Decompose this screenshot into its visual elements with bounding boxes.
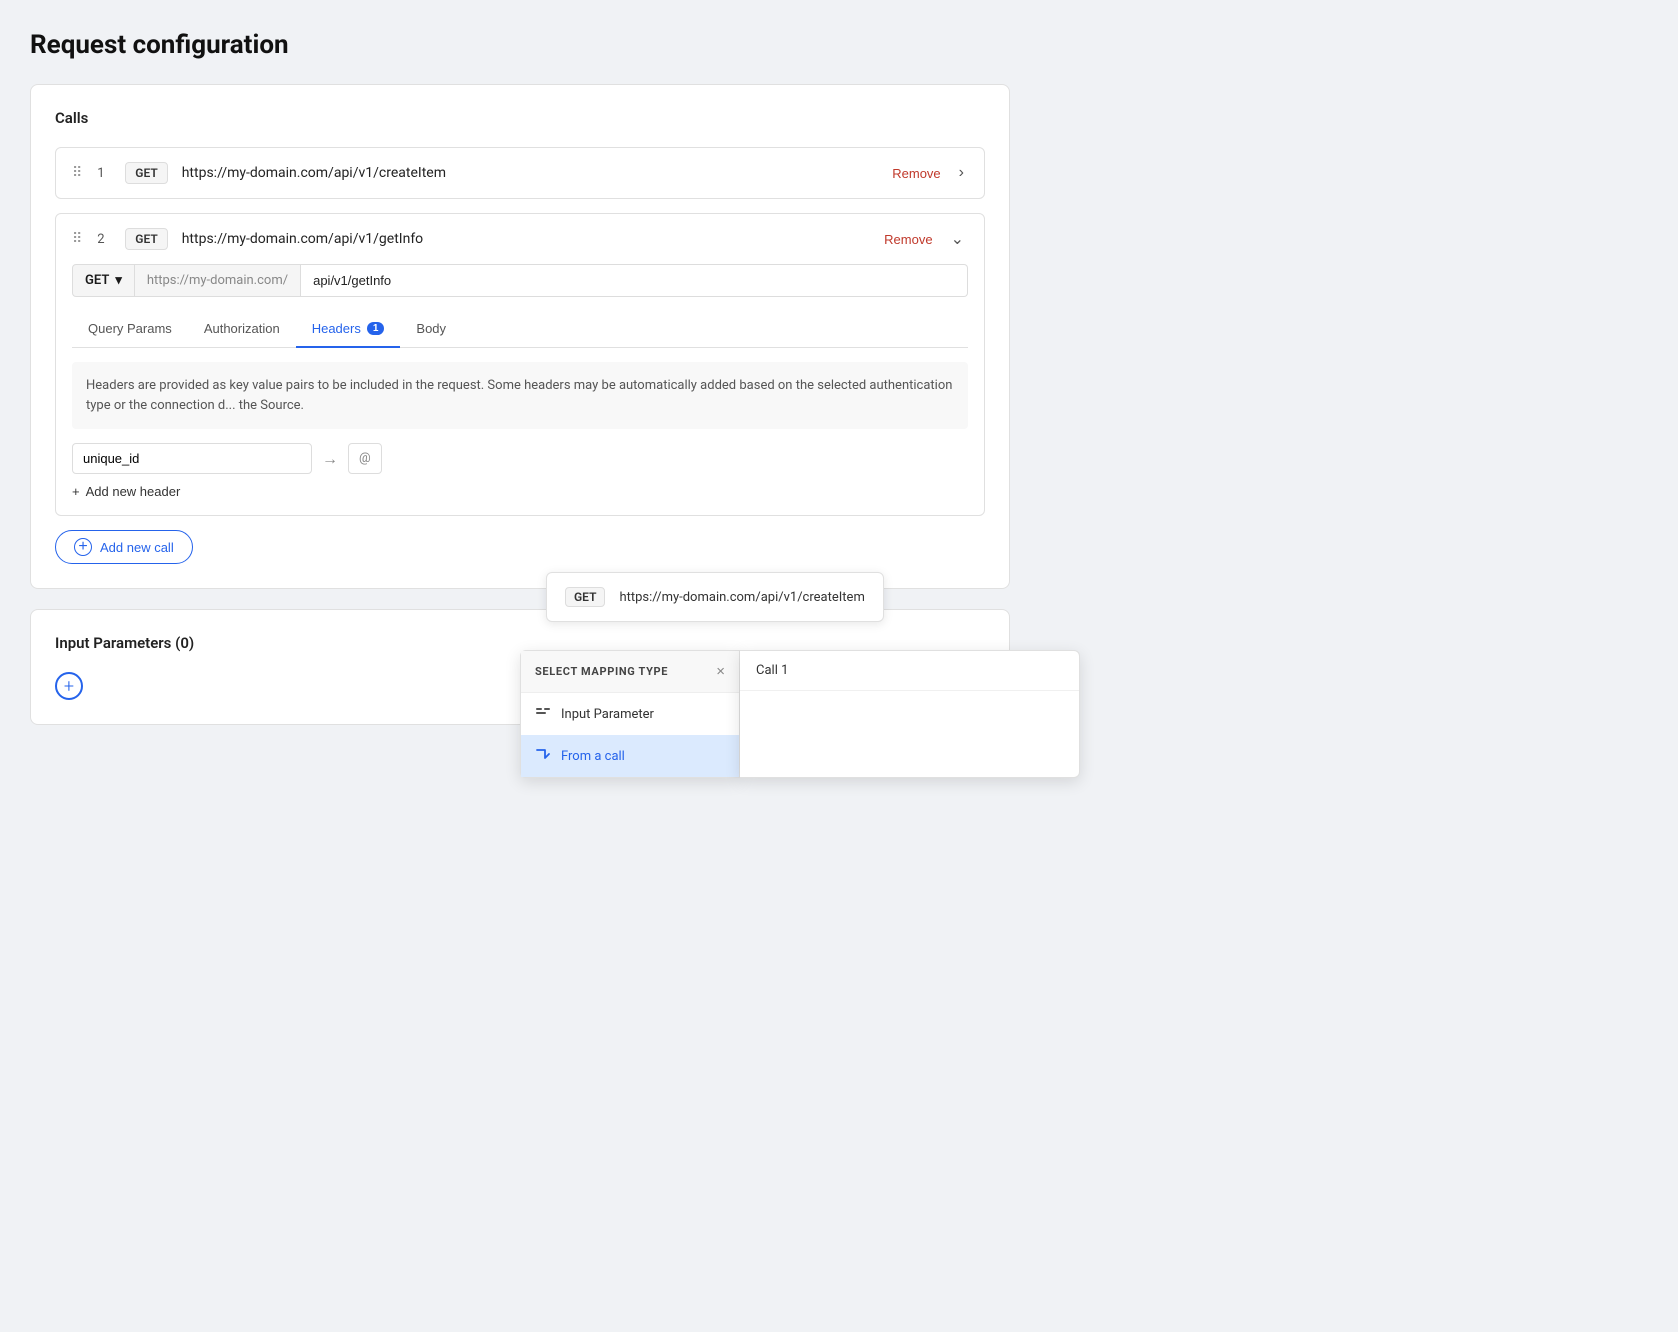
call-method-1: GET bbox=[125, 162, 167, 184]
tab-headers[interactable]: Headers 1 bbox=[296, 311, 401, 348]
header-value-trigger[interactable]: @ bbox=[348, 443, 382, 474]
add-param-circle-icon[interactable]: + bbox=[55, 672, 83, 700]
mapping-item-from-call[interactable]: From a call bbox=[521, 735, 739, 777]
method-select-chevron: ▾ bbox=[115, 273, 122, 288]
calls-section: Calls ⠿ 1 GET https://my-domain.com/api/… bbox=[30, 84, 1010, 589]
call-row-1: ⠿ 1 GET https://my-domain.com/api/v1/cre… bbox=[55, 147, 985, 199]
mapping-close-button[interactable]: × bbox=[716, 663, 725, 680]
dropdown-container: SELECT MAPPING TYPE × Input Parameter bbox=[520, 650, 1080, 778]
call-number-1: 1 bbox=[97, 166, 111, 181]
call-url-1: https://my-domain.com/api/v1/createItem bbox=[182, 165, 879, 181]
mapping-item-input-parameter[interactable]: Input Parameter bbox=[521, 693, 739, 735]
expand-call-1[interactable]: › bbox=[955, 164, 968, 182]
input-parameter-label: Input Parameter bbox=[561, 707, 654, 722]
header-row: → @ bbox=[72, 443, 968, 474]
headers-badge: 1 bbox=[367, 322, 385, 335]
add-call-button[interactable]: + Add new call bbox=[55, 530, 193, 564]
calls-section-title: Calls bbox=[55, 109, 985, 127]
mapping-type-label: SELECT MAPPING TYPE bbox=[535, 665, 668, 678]
url-builder: GET ▾ https://my-domain.com/ bbox=[72, 264, 968, 297]
add-call-label: Add new call bbox=[100, 540, 174, 555]
collapse-call-2[interactable]: ⌄ bbox=[947, 229, 968, 249]
at-symbol: @ bbox=[359, 451, 371, 466]
tab-query-params[interactable]: Query Params bbox=[72, 311, 188, 348]
add-header-label: Add new header bbox=[86, 484, 181, 499]
call-panel-item-1[interactable]: Call 1 bbox=[740, 651, 1079, 691]
call-url-2: https://my-domain.com/api/v1/getInfo bbox=[182, 231, 870, 247]
mapping-header: SELECT MAPPING TYPE × bbox=[521, 651, 739, 693]
input-parameter-icon bbox=[535, 704, 551, 724]
tab-body[interactable]: Body bbox=[400, 311, 462, 348]
path-input[interactable] bbox=[301, 264, 968, 297]
from-call-icon bbox=[535, 746, 551, 766]
add-header-button[interactable]: + Add new header bbox=[72, 484, 180, 499]
tooltip-url: https://my-domain.com/api/v1/createItem bbox=[619, 590, 864, 605]
call-row-2: ⠿ 2 GET https://my-domain.com/api/v1/get… bbox=[55, 213, 985, 516]
drag-handle-2[interactable]: ⠿ bbox=[72, 231, 83, 247]
header-key-input[interactable] bbox=[72, 443, 312, 474]
headers-info: Headers are provided as key value pairs … bbox=[72, 362, 968, 429]
drag-handle-1[interactable]: ⠿ bbox=[72, 165, 83, 181]
tab-authorization[interactable]: Authorization bbox=[188, 311, 296, 348]
call-tabs: Query Params Authorization Headers 1 Bod… bbox=[72, 311, 968, 348]
call-method-2: GET bbox=[125, 228, 167, 250]
remove-call-1[interactable]: Remove bbox=[892, 166, 940, 181]
add-call-circle-icon: + bbox=[74, 538, 92, 556]
remove-call-2[interactable]: Remove bbox=[884, 232, 932, 247]
mapping-panel: SELECT MAPPING TYPE × Input Parameter bbox=[520, 650, 740, 778]
tooltip-box: GET https://my-domain.com/api/v1/createI… bbox=[546, 572, 884, 622]
call-panel: Call 1 bbox=[740, 650, 1080, 778]
from-call-label: From a call bbox=[561, 749, 625, 764]
call-panel-item-1-label: Call 1 bbox=[756, 663, 788, 678]
call-number-2: 2 bbox=[97, 232, 111, 247]
method-select[interactable]: GET ▾ bbox=[72, 264, 135, 297]
method-select-value: GET bbox=[85, 273, 109, 288]
add-header-plus: + bbox=[72, 484, 80, 499]
page-title: Request configuration bbox=[30, 30, 1010, 60]
tooltip-method: GET bbox=[565, 587, 605, 607]
call-header-2: ⠿ 2 GET https://my-domain.com/api/v1/get… bbox=[56, 214, 984, 264]
arrow-icon: → bbox=[322, 449, 338, 469]
base-url-display: https://my-domain.com/ bbox=[135, 264, 301, 297]
